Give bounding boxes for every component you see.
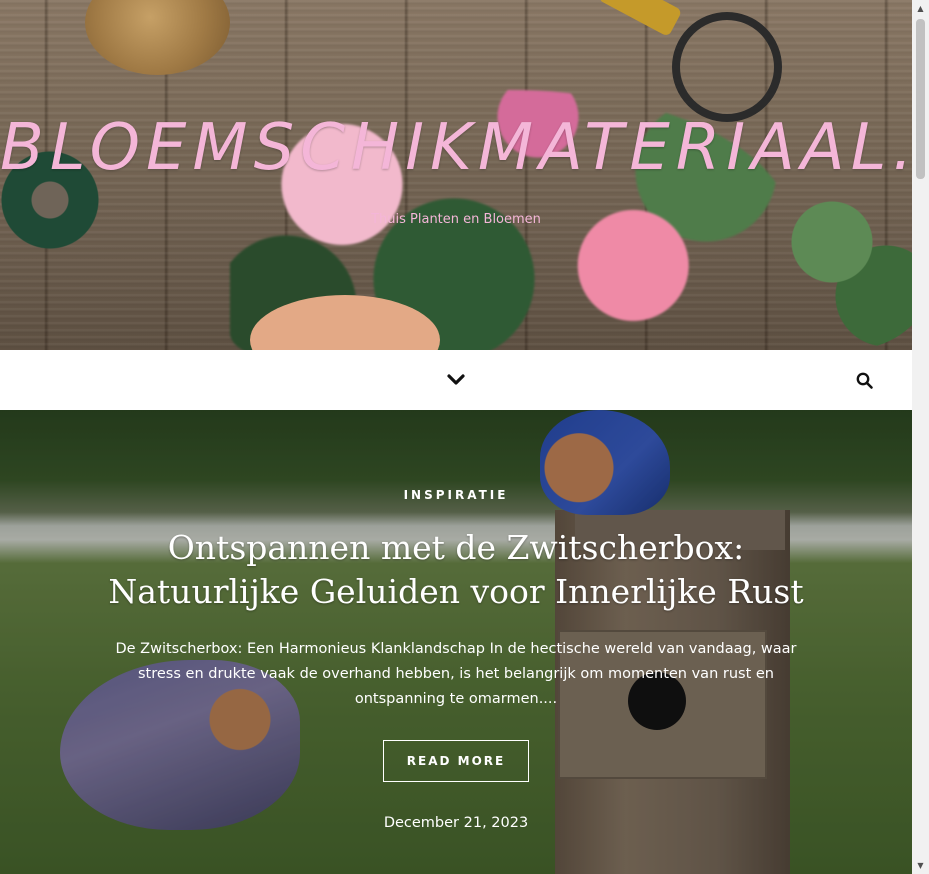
scroll-down-arrow-icon[interactable]: ▼ bbox=[912, 857, 929, 874]
read-more-button[interactable]: READ MORE bbox=[383, 740, 529, 782]
chevron-down-icon bbox=[447, 374, 465, 385]
post-excerpt: De Zwitscherbox: Een Harmonieus Klanklan… bbox=[115, 641, 797, 707]
main-navigation bbox=[0, 350, 912, 410]
scroll-up-arrow-icon[interactable]: ▲ bbox=[912, 0, 929, 17]
post-title-link[interactable]: Ontspannen met de Zwitscherbox: Natuurli… bbox=[80, 526, 832, 614]
search-icon bbox=[856, 372, 873, 389]
featured-post-content: INSPIRATIE Ontspannen met de Zwitscherbo… bbox=[0, 410, 912, 874]
post-date: December 21, 2023 bbox=[383, 815, 529, 831]
page-scrollbar[interactable]: ▲ ▼ bbox=[912, 0, 929, 874]
menu-toggle-button[interactable] bbox=[442, 366, 470, 394]
site-title-link[interactable]: BLOEMSCHIKMATERIAAL. bbox=[0, 108, 912, 188]
site-header: BLOEMSCHIKMATERIAAL. Thuis Planten en Bl… bbox=[0, 0, 912, 350]
featured-post: INSPIRATIE Ontspannen met de Zwitscherbo… bbox=[0, 410, 912, 874]
post-category-link[interactable]: INSPIRATIE bbox=[0, 488, 912, 502]
twine-spool-image bbox=[85, 0, 230, 75]
scrollbar-thumb[interactable] bbox=[916, 19, 925, 179]
scissors-blade-image bbox=[597, 0, 683, 38]
site-tagline: Thuis Planten en Bloemen bbox=[371, 212, 541, 227]
scissors-handle-image bbox=[672, 12, 782, 122]
search-button[interactable] bbox=[852, 366, 878, 394]
